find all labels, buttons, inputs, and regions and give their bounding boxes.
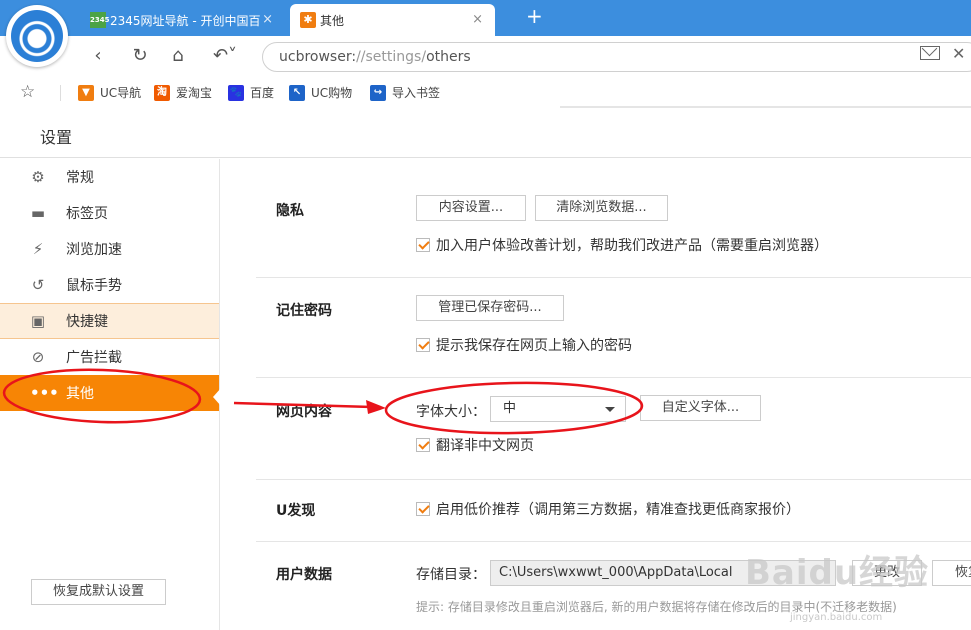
mouse-gesture-icon: ↺ [31,276,45,294]
select-value: 中 [503,401,517,416]
sidebar-item-shortcuts[interactable]: ▣ 快捷键 [0,303,219,339]
bookmark-uc-shopping[interactable]: ↖ UC购物 [289,84,352,101]
sidebar-item-mouse-gesture[interactable]: ↺ 鼠标手势 [0,267,219,303]
save-password-prompt-checkbox[interactable]: 提示我保存在网页上输入的密码 [416,335,632,355]
low-price-checkbox[interactable]: 启用低价推荐（调用第三方数据，精准查找更低商家报价） [416,499,800,519]
undo-close-icon[interactable]: ↶˅ [208,44,242,68]
sidebar-item-speedup[interactable]: ⚡ 浏览加速 [0,231,219,267]
section-title-web-content: 网页内容 [276,404,332,420]
caret-down-icon [605,407,615,412]
page-title: 设置 [40,128,73,147]
baidu-watermark-url: jingyan.baidu.com [790,612,883,623]
section-title-user-data: 用户数据 [276,567,332,583]
star-icon[interactable]: ☆ [20,82,35,102]
address-bar[interactable]: ucbrowser://settings/others [262,42,971,72]
divider [560,106,971,108]
tab-label: 2345网址导航 - 开创中国百 [110,13,261,28]
home-icon[interactable]: ⌂ [166,44,190,68]
navigation-bar: ‹ ↻ ⌂ ↶˅ ucbrowser://settings/others ✕ [0,36,971,78]
ux-plan-checkbox[interactable]: 加入用户体验改善计划，帮助我们改进产品（需要重启浏览器） [416,235,828,255]
tab-close-icon[interactable]: × [262,12,273,27]
back-icon[interactable]: ‹ [86,44,110,68]
more-icon: ••• [30,384,59,402]
gear-icon: ✱ [300,12,316,28]
bookmark-uc-nav[interactable]: ▼ UC导航 [78,84,141,101]
checkbox-label: 翻译非中文网页 [436,438,534,454]
2345-icon: 2345 [90,12,109,28]
checkbox-checked-icon [416,238,430,252]
block-icon: ⊘ [31,348,45,366]
gear-icon: ⚙ [31,168,45,186]
restore-dir-button[interactable]: 恢复 [932,560,971,586]
sidebar-item-label: 其他 [66,386,94,402]
close-icon[interactable]: ✕ [952,44,965,63]
bookmark-aitaobao[interactable]: 淘爱淘宝 [154,84,212,101]
selection-arrow [213,388,221,406]
sidebar-item-others[interactable]: ••• 其他 [0,375,219,411]
translate-checkbox[interactable]: 翻译非中文网页 [416,435,534,455]
url-host: settings [365,49,422,65]
uc-logo-icon [11,10,63,62]
tab-2345[interactable]: 2345 2345网址导航 - 开创中国百 × [80,4,285,36]
baidu-paw-icon: 🐾 [228,84,244,101]
sidebar-item-tabs[interactable]: ▬ 标签页 [0,195,219,231]
bookmark-label: 爱淘宝 [176,86,213,100]
bookmark-label: 百度 [250,86,275,100]
reset-defaults-button[interactable]: 恢复成默认设置 [31,579,166,605]
url-path: others [426,49,471,65]
bookmark-label: 导入书签 [392,86,441,100]
bookmark-label: UC导航 [100,86,142,100]
sidebar-item-label: 广告拦截 [66,350,122,366]
tab-icon: ▬ [30,204,46,222]
uc-nav-icon: ▼ [78,84,94,101]
bookmark-label: UC购物 [311,86,353,100]
bookmarks-bar: ☆ ▼ UC导航 淘爱淘宝 🐾 百度 ↖ UC购物 ↪ 导入书签 [0,78,971,108]
cursor-icon: ↖ [289,84,305,101]
baidu-watermark: Baidu经验 [745,553,930,593]
settings-header: 设置 [0,110,971,158]
checkbox-label: 提示我保存在网页上输入的密码 [436,338,632,354]
manage-passwords-button[interactable]: 管理已保存密码... [416,295,564,321]
sidebar-item-general[interactable]: ⚙ 常规 [0,159,219,195]
tab-close-icon[interactable]: × [472,12,483,27]
bookmark-baidu[interactable]: 🐾 百度 [228,84,274,101]
section-title-privacy: 隐私 [276,203,304,219]
content-settings-button[interactable]: 内容设置... [416,195,526,221]
sidebar-item-label: 常规 [66,170,94,186]
bookmark-import[interactable]: ↪ 导入书签 [370,84,440,101]
web-content-section [256,378,971,480]
import-icon: ↪ [370,84,386,101]
tab-others[interactable]: ✱ 其他 × [290,4,495,36]
sidebar-item-adblock[interactable]: ⊘ 广告拦截 [0,339,219,375]
passwords-section [256,278,971,378]
checkbox-label: 加入用户体验改善计划，帮助我们改进产品（需要重启浏览器） [436,238,828,254]
lightning-icon: ⚡ [32,240,44,258]
sidebar-item-label: 浏览加速 [66,242,122,258]
new-tab-button[interactable]: + [526,4,543,28]
font-size-select[interactable]: 中 [490,396,626,422]
sidebar-item-label: 标签页 [66,206,108,222]
tab-label: 其他 [320,13,345,28]
shortcut-icon: ▣ [30,312,46,330]
clear-browsing-data-button[interactable]: 清除浏览数据... [535,195,668,221]
url-separator: // [356,49,366,65]
checkbox-checked-icon [416,338,430,352]
sidebar-item-label: 快捷键 [66,314,108,330]
sidebar-item-label: 鼠标手势 [66,278,122,294]
taobao-icon: 淘 [154,84,170,101]
section-title-passwords: 记住密码 [276,303,332,319]
section-title-u-discover: U发现 [276,503,316,519]
checkbox-checked-icon [416,502,430,516]
custom-fonts-button[interactable]: 自定义字体... [640,395,761,421]
uc-logo[interactable] [6,5,68,67]
font-size-label: 字体大小： [416,404,486,420]
mail-icon[interactable] [920,46,940,60]
checkbox-checked-icon [416,438,430,452]
reload-icon[interactable]: ↻ [128,44,152,68]
url-scheme: ucbrowser: [279,49,357,65]
settings-sidebar: ⚙ 常规 ▬ 标签页 ⚡ 浏览加速 ↺ 鼠标手势 ▣ 快捷键 ⊘ 广告拦截 ••• 其他 [0,159,220,630]
divider [60,85,61,101]
storage-dir-label: 存储目录： [416,567,486,583]
checkbox-label: 启用低价推荐（调用第三方数据，精准查找更低商家报价） [436,502,800,518]
